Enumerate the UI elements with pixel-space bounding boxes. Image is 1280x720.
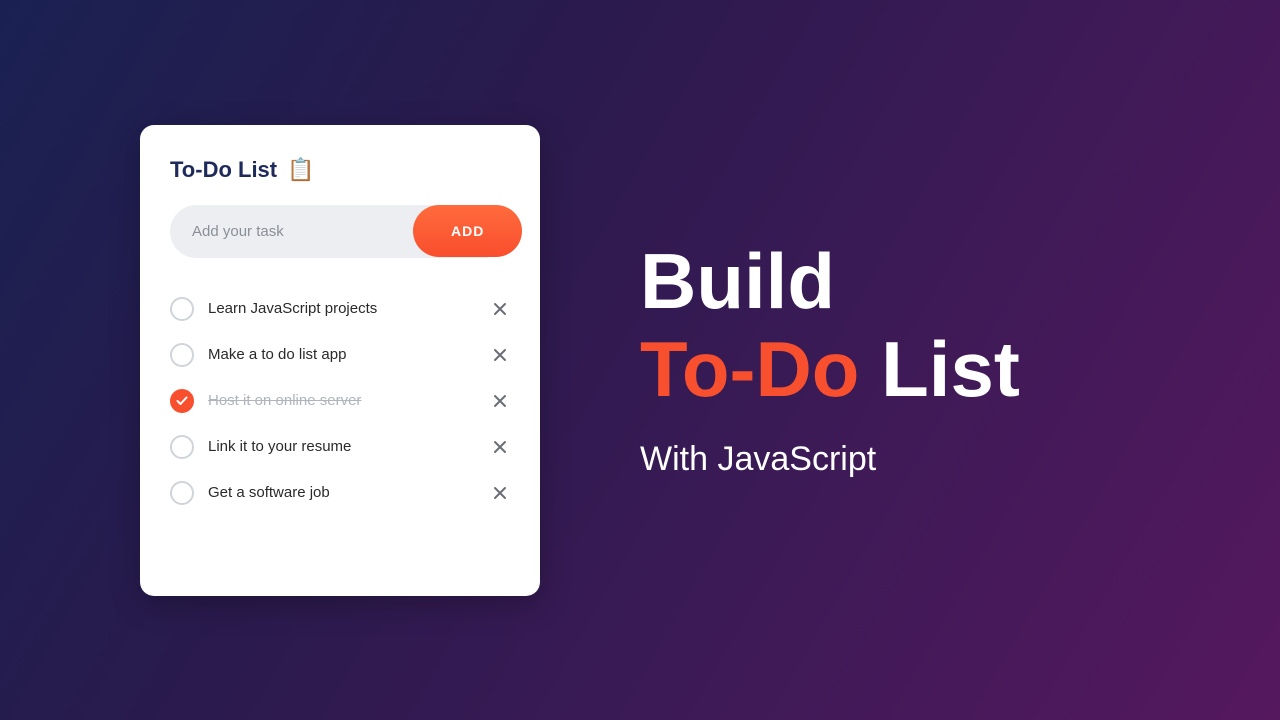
hero-rest: List	[859, 325, 1019, 413]
todo-text: Make a to do list app	[208, 346, 476, 363]
todo-item: Get a software job	[170, 470, 510, 516]
input-row: ADD	[170, 205, 510, 258]
todo-item: Host it on online server	[170, 378, 510, 424]
hero-subtitle: With JavaScript	[640, 440, 1020, 479]
hero-accent: To-Do	[640, 325, 859, 413]
notepad-icon: 📋	[287, 157, 314, 183]
todo-text: Learn JavaScript projects	[208, 300, 476, 317]
delete-icon[interactable]	[490, 345, 510, 365]
delete-icon[interactable]	[490, 437, 510, 457]
todo-text: Host it on online server	[208, 392, 476, 409]
todo-list: Learn JavaScript projects Make a to do li…	[170, 286, 510, 516]
card-title: To-Do List	[170, 157, 277, 183]
todo-item: Learn JavaScript projects	[170, 286, 510, 332]
delete-icon[interactable]	[490, 299, 510, 319]
checkbox-unchecked-icon[interactable]	[170, 343, 194, 367]
delete-icon[interactable]	[490, 483, 510, 503]
checkbox-unchecked-icon[interactable]	[170, 297, 194, 321]
add-button[interactable]: ADD	[413, 205, 522, 257]
delete-icon[interactable]	[490, 391, 510, 411]
todo-item: Make a to do list app	[170, 332, 510, 378]
todo-text: Get a software job	[208, 484, 476, 501]
todo-text: Link it to your resume	[208, 438, 476, 455]
task-input[interactable]	[170, 205, 413, 258]
hero-text: Build To-Do List With JavaScript	[640, 241, 1020, 480]
todo-item: Link it to your resume	[170, 424, 510, 470]
checkbox-unchecked-icon[interactable]	[170, 435, 194, 459]
todo-card: To-Do List 📋 ADD Learn JavaScript projec…	[140, 125, 540, 596]
hero-line2: To-Do List	[640, 329, 1020, 411]
checkbox-unchecked-icon[interactable]	[170, 481, 194, 505]
card-header: To-Do List 📋	[170, 157, 510, 183]
hero-line1: Build	[640, 241, 1020, 323]
checkbox-checked-icon[interactable]	[170, 389, 194, 413]
